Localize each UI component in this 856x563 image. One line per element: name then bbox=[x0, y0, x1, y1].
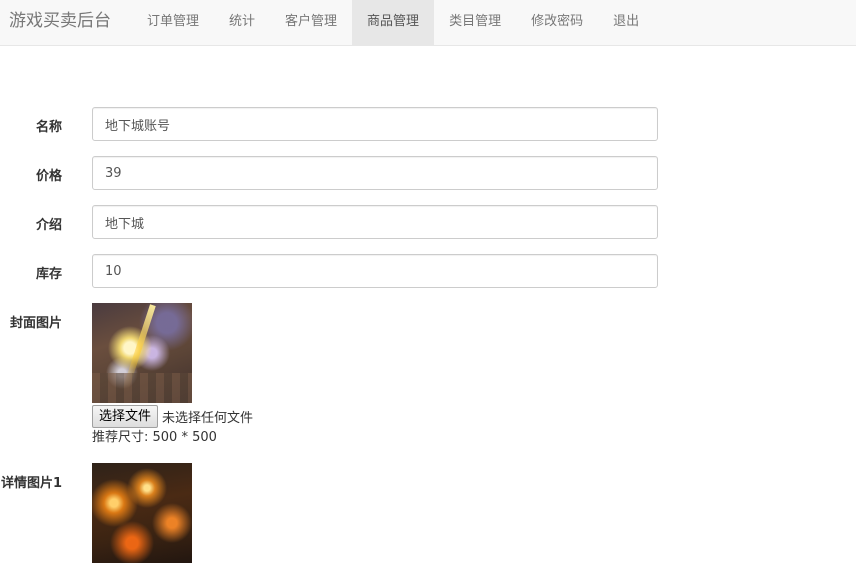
choose-file-button[interactable]: 选择文件 bbox=[92, 404, 159, 428]
file-status-text: 未选择任何文件 bbox=[162, 410, 254, 426]
cover-file-input: 选择文件 未选择任何文件 bbox=[92, 404, 253, 428]
detail-image-1-label: 详情图片1 bbox=[0, 476, 62, 491]
name-label: 名称 bbox=[35, 120, 62, 135]
top-navbar: 游戏买卖后台 订单管理 统计 客户管理 商品管理 类目管理 修改密码 退出 bbox=[0, 0, 856, 46]
name-field[interactable] bbox=[92, 107, 658, 141]
nav-item-orders[interactable]: 订单管理 bbox=[132, 0, 214, 45]
nav-item-products[interactable]: 商品管理 bbox=[352, 0, 435, 45]
nav-item-categories[interactable]: 类目管理 bbox=[434, 0, 516, 45]
cover-image-label: 封面图片 bbox=[9, 316, 62, 331]
nav-item-customers[interactable]: 客户管理 bbox=[270, 0, 352, 45]
nav-menu: 订单管理 统计 客户管理 商品管理 类目管理 修改密码 退出 bbox=[132, 0, 654, 45]
intro-label: 介绍 bbox=[35, 218, 62, 233]
recommended-size-hint: 推荐尺寸: 500 * 500 bbox=[92, 430, 217, 445]
stock-field[interactable] bbox=[92, 254, 658, 288]
nav-item-statistics[interactable]: 统计 bbox=[214, 0, 270, 45]
stock-label: 库存 bbox=[35, 267, 62, 282]
nav-item-logout[interactable]: 退出 bbox=[598, 0, 654, 45]
nav-item-change-password[interactable]: 修改密码 bbox=[516, 0, 598, 45]
cover-image-preview bbox=[92, 303, 192, 403]
intro-field[interactable] bbox=[92, 205, 658, 239]
price-label: 价格 bbox=[35, 169, 62, 184]
detail-image-1-preview bbox=[92, 463, 192, 563]
brand-title[interactable]: 游戏买卖后台 bbox=[9, 10, 111, 32]
price-field[interactable] bbox=[92, 156, 658, 190]
